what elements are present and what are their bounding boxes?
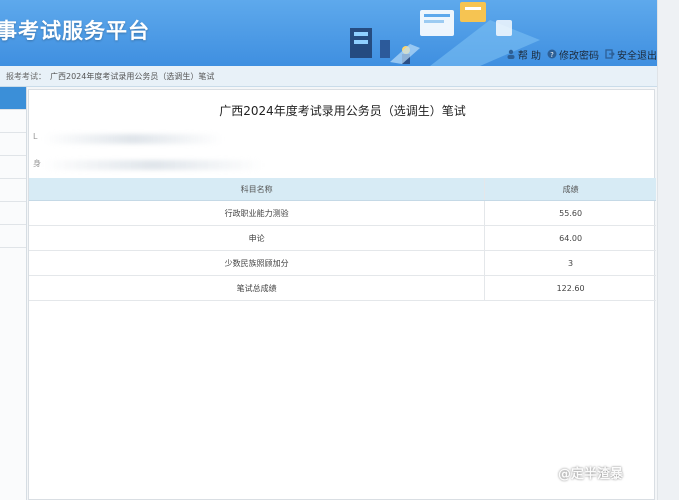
subject-name: 行政职业能力测验	[29, 200, 485, 226]
site-header: 事考试服务平台 帮 助 ? 修改密码 安全退出	[0, 0, 679, 66]
sidebar-item[interactable]	[0, 133, 26, 156]
help-link-label: 帮 助	[517, 50, 541, 62]
subject-score: 3	[484, 250, 656, 276]
breadcrumb-prefix: 报考考试：	[6, 71, 46, 81]
logout-link[interactable]: 安全退出	[605, 47, 657, 62]
breadcrumb-path: 广西2024年度考试录用公务员（选调生）笔试	[50, 71, 215, 81]
score-panel: 广西2024年度考试录用公务员（选调生）笔试 L 身 科目名称 成绩 行政职业能…	[28, 89, 656, 500]
sidebar-item-active[interactable]	[0, 87, 26, 110]
help-icon: ?	[547, 49, 557, 59]
change-password-label: 修改密码	[559, 50, 599, 62]
exam-title: 广西2024年度考试录用公务员（选调生）笔试	[219, 104, 466, 118]
right-scrollbar[interactable]	[657, 0, 679, 500]
sidebar-item[interactable]	[0, 179, 26, 202]
table-row: 少数民族照顾加分 3	[29, 250, 656, 276]
exit-icon	[605, 49, 615, 59]
table-row: 申论 64.00	[29, 225, 656, 251]
subject-score: 64.00	[484, 225, 656, 251]
subject-name: 申论	[29, 225, 485, 251]
svg-text:?: ?	[550, 51, 554, 59]
subject-score: 55.60	[484, 200, 656, 226]
table-row: 笔试总成绩 122.60	[29, 275, 656, 301]
watermark: @定半渣暴	[540, 463, 623, 482]
sidebar-item[interactable]	[0, 202, 26, 225]
redacted-info	[43, 160, 263, 170]
column-header-subject: 科目名称	[29, 178, 485, 201]
column-header-score: 成绩	[484, 178, 656, 201]
redacted-info	[43, 134, 223, 144]
table-header-row: 科目名称 成绩	[29, 178, 656, 201]
top-links: 帮 助 ? 修改密码 安全退出	[506, 46, 657, 62]
table-row: 行政职业能力测验 55.60	[29, 200, 656, 226]
logout-label: 安全退出	[617, 50, 657, 62]
score-table: 科目名称 成绩 行政职业能力测验 55.60 申论 64.00 少数民族照顾加分…	[29, 178, 656, 301]
help-link[interactable]: 帮 助	[506, 47, 541, 62]
user-icon	[507, 49, 515, 59]
watermark-text: @定半渣暴	[558, 467, 624, 482]
weibo-logo-icon	[540, 468, 554, 479]
subject-score: 122.60	[484, 275, 656, 301]
sidebar-item[interactable]	[0, 110, 26, 133]
candidate-id-line: 身	[33, 159, 41, 168]
breadcrumb: 报考考试： 广西2024年度考试录用公务员（选调生）笔试	[0, 66, 657, 87]
site-title: 事考试服务平台	[0, 19, 150, 43]
subject-name: 少数民族照顾加分	[29, 250, 485, 276]
sidebar-item[interactable]	[0, 156, 26, 179]
change-password-link[interactable]: ? 修改密码	[547, 47, 599, 62]
candidate-info-line: L	[33, 132, 38, 141]
sidebar	[0, 87, 27, 500]
subject-name: 笔试总成绩	[29, 275, 485, 301]
sidebar-item[interactable]	[0, 225, 26, 248]
